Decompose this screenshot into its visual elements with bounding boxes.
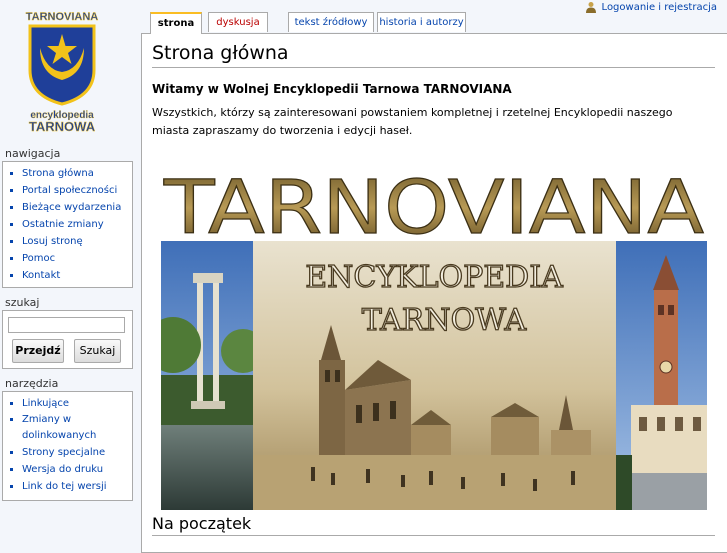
sidebar-item-zmiany-dolinkowane[interactable]: Zmiany w dolinkowanych [22, 412, 112, 444]
sidebar-item-strona-glowna[interactable]: Strona główna [22, 165, 132, 182]
tab-dyskusja[interactable]: dyskusja [208, 12, 268, 32]
search-button[interactable]: Szukaj [74, 339, 121, 363]
tab-strona[interactable]: strona [150, 12, 202, 34]
sidebar-item-ostatnie-zmiany[interactable]: Ostatnie zmiany [22, 216, 132, 233]
tab-tekst-zrodlowy[interactable]: tekst źródłowy [288, 12, 374, 32]
section-heading: Na początek [152, 514, 715, 536]
tools-portlet-title: narzędzia [5, 377, 59, 390]
logo-bottom-line2: TARNOWA [29, 119, 96, 134]
banner-title: TARNOVIANA [163, 165, 705, 251]
banner-line1: ENCYKLOPEDIA [305, 260, 563, 295]
search-portlet-title: szukaj [5, 296, 40, 309]
search-input[interactable] [8, 317, 125, 333]
nav-portlet-title: nawigacja [5, 147, 61, 160]
welcome-heading: Witamy w Wolnej Encyklopedii Tarnowa TAR… [152, 82, 512, 96]
sidebar-item-biezace[interactable]: Bieżące wydarzenia [22, 199, 132, 216]
crest-logo: TARNOVIANA encyklopedia TARNOWA [26, 11, 99, 134]
sidebar-item-losuj[interactable]: Losuj stronę [22, 233, 132, 250]
tab-historia[interactable]: historia i autorzy [377, 12, 466, 32]
go-button[interactable]: Przejdź [12, 339, 64, 363]
sidebar-item-linkujace[interactable]: Linkujące [22, 395, 112, 412]
banner-image: TARNOVIANA ENCYKLOPEDIA TARNOWA [145, 155, 707, 510]
page-title: Strona główna [152, 42, 715, 68]
user-icon [585, 2, 596, 13]
personal-tools: Logowanie i rejestracja [585, 1, 717, 13]
logo-top-text: TARNOVIANA [26, 11, 99, 23]
sidebar-item-portal[interactable]: Portal społeczności [22, 182, 132, 199]
site-logo[interactable]: TARNOVIANA encyklopedia TARNOWA [14, 8, 110, 134]
sidebar-item-link-wersji[interactable]: Link do tej wersji [22, 478, 112, 495]
login-link[interactable]: Logowanie i rejestracja [602, 2, 717, 13]
intro-text: Wszystkich, którzy są zainteresowani pow… [152, 106, 673, 137]
tools-portlet: Linkujące Zmiany w dolinkowanych Strony … [2, 391, 133, 501]
search-portlet: Przejdź Szukaj [2, 310, 133, 369]
banner-line2: TARNOWA [362, 303, 527, 338]
sidebar-item-strony-specjalne[interactable]: Strony specjalne [22, 444, 112, 461]
sidebar-item-pomoc[interactable]: Pomoc [22, 250, 132, 267]
nav-portlet: Strona główna Portal społeczności Bieżąc… [2, 161, 133, 288]
sidebar-item-wersja-druku[interactable]: Wersja do druku [22, 461, 112, 478]
sidebar-item-kontakt[interactable]: Kontakt [22, 267, 132, 284]
content-area: Strona główna Witamy w Wolnej Encykloped… [141, 33, 727, 553]
